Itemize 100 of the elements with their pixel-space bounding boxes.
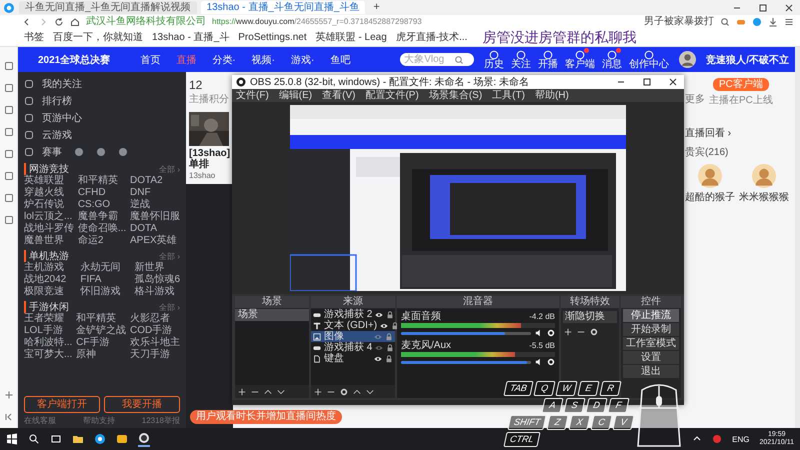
category-link[interactable]: 穿越火线 [24, 187, 74, 199]
category-link[interactable]: 金铲铲之战 [76, 325, 126, 337]
nav-link[interactable]: 鱼吧 [330, 52, 350, 66]
avatar[interactable] [698, 164, 722, 188]
category-link[interactable]: 天刀手游 [130, 349, 180, 361]
lock-icon[interactable] [391, 322, 400, 330]
category-link[interactable]: FIFA [80, 274, 120, 286]
scene-item[interactable]: 场景 [235, 309, 309, 321]
add-icon[interactable] [4, 390, 14, 400]
control-button[interactable]: 设置 [623, 351, 679, 364]
source-item[interactable]: 游戏捕获 4 [311, 342, 395, 353]
category-link[interactable]: lol云顶之... [24, 211, 74, 223]
reload-icon[interactable] [54, 17, 64, 27]
sidebar-item[interactable]: 赛事 [42, 144, 62, 158]
category-link[interactable]: 命运2 [78, 235, 126, 247]
menu-item[interactable]: 文件(F) [236, 90, 269, 102]
control-button[interactable]: 开始录制 [623, 323, 679, 336]
add-icon[interactable] [314, 388, 322, 396]
folder-icon[interactable] [72, 433, 84, 445]
language-indicator[interactable]: ENG [732, 434, 750, 444]
header-action-label[interactable]: 创作中心 [629, 60, 670, 70]
transition-dropdown[interactable]: 渐隐切换 [563, 311, 617, 323]
category-link[interactable]: DNF [130, 187, 180, 199]
category-link[interactable]: 战地2042 [24, 274, 66, 286]
bookmark-link[interactable]: ProSettings.net [238, 32, 307, 44]
close-icon[interactable] [784, 2, 794, 12]
menu-item[interactable]: 场景集合(S) [428, 90, 482, 102]
lock-icon[interactable] [386, 344, 394, 352]
move-up-icon[interactable] [353, 388, 361, 396]
recorder-icon[interactable] [138, 432, 150, 446]
sidebar-button[interactable]: 客户端打开 [24, 396, 100, 413]
move-up-icon[interactable] [264, 388, 272, 396]
task-view-icon[interactable] [50, 433, 62, 445]
replay-link[interactable]: 直播回看 › [685, 126, 732, 140]
menu-item[interactable]: 工具(T) [492, 90, 525, 102]
windows-logo-icon[interactable] [6, 433, 18, 445]
bookmark-link[interactable]: 13shao - 直播_斗 [152, 32, 230, 44]
menu-item[interactable]: 查看(V) [322, 90, 356, 102]
move-down-icon[interactable] [366, 388, 374, 396]
category-link[interactable]: CS:GO [78, 199, 126, 211]
sidebar-tool-icon[interactable] [4, 105, 14, 115]
browser-icon[interactable] [94, 433, 106, 445]
add-icon[interactable] [238, 388, 246, 396]
category-link[interactable]: 原神 [76, 349, 126, 361]
category-link[interactable]: 主机游戏 [24, 262, 66, 274]
download-icon[interactable] [768, 17, 778, 27]
bookmark-link[interactable]: 英雄联盟 - Leag [316, 32, 387, 44]
volume-slider[interactable] [401, 360, 531, 364]
header-action-label[interactable]: 消息 [602, 60, 622, 70]
browser-tab[interactable]: 13shao - 直播_斗鱼无间直播_斗鱼 [200, 1, 366, 14]
category-link[interactable]: 哈利波特... [24, 337, 72, 349]
category-link[interactable]: 魔兽世界 [24, 235, 74, 247]
category-link[interactable]: 和平精英 [78, 175, 126, 187]
lock-icon[interactable] [385, 354, 393, 362]
more-link[interactable]: 更多 [685, 92, 705, 106]
category-link[interactable]: LOL手游 [24, 325, 72, 337]
move-down-icon[interactable] [277, 388, 285, 396]
header-action-label[interactable]: 客户端 [565, 60, 596, 70]
category-link[interactable]: 极限竞速 [24, 286, 66, 298]
eye-icon[interactable] [375, 310, 384, 318]
category-link[interactable]: 英雄联盟 [24, 175, 74, 187]
nav-link[interactable]: 视频· [252, 52, 275, 66]
nav-link[interactable]: 首页 [140, 52, 160, 66]
category-link[interactable]: 使命召唤... [78, 223, 126, 235]
menu-item[interactable]: 帮助(H) [534, 90, 569, 102]
avatar[interactable] [679, 51, 696, 68]
maximize-icon[interactable] [758, 2, 768, 12]
sidebar-item[interactable]: 排行榜 [42, 94, 72, 108]
source-item[interactable]: 游戏捕获 2 [311, 309, 395, 320]
search-icon[interactable] [28, 433, 40, 445]
source-item[interactable]: 键盘 [311, 353, 395, 364]
username[interactable]: 竞速狼人/不破不立 [706, 52, 789, 66]
sidebar-item[interactable]: 页游中心 [42, 110, 82, 124]
eye-icon[interactable] [374, 354, 382, 362]
sidebar-tool-icon[interactable] [4, 61, 14, 71]
menu-item[interactable]: 编辑(E) [278, 90, 312, 102]
address-field[interactable]: 武汉斗鱼网络科技有限公司 https://www.douyu.com/24655557_r=0.3718452887298793 [86, 16, 422, 28]
category-link[interactable]: 火影忍者 [130, 313, 180, 325]
collapse-icon[interactable] [4, 412, 14, 422]
extension-icon[interactable] [752, 17, 762, 27]
category-link[interactable]: DOTA [130, 223, 180, 235]
streamer-name[interactable]: 13shao [189, 171, 216, 180]
sidebar-tool-icon[interactable] [4, 83, 14, 93]
vip-tab[interactable]: 贵宾(216) [685, 145, 728, 159]
settings-icon[interactable] [340, 388, 348, 396]
sidebar-item[interactable]: 云游戏 [42, 128, 72, 142]
category-link[interactable]: 战地斗罗传 [24, 223, 74, 235]
search-field[interactable]: 男子被家暴拨打 [644, 16, 714, 28]
source-item[interactable]: 图像 [311, 331, 395, 342]
sidebar-tool-icon[interactable] [4, 171, 14, 181]
category-link[interactable]: 王者荣耀 [24, 313, 72, 325]
sidebar-tool-icon[interactable] [4, 215, 14, 225]
category-link[interactable]: 魔兽争霸 [78, 211, 126, 223]
tray-app-icon[interactable] [712, 434, 722, 444]
category-link[interactable]: 永劫无间 [80, 262, 120, 274]
source-item[interactable]: 文本 (GDI+) [311, 320, 395, 331]
category-link[interactable]: APEX英雄 [130, 235, 180, 247]
category-link[interactable]: DOTA2 [130, 175, 180, 187]
maximize-icon[interactable] [642, 77, 652, 87]
header-action-label[interactable]: 关注 [511, 60, 532, 70]
